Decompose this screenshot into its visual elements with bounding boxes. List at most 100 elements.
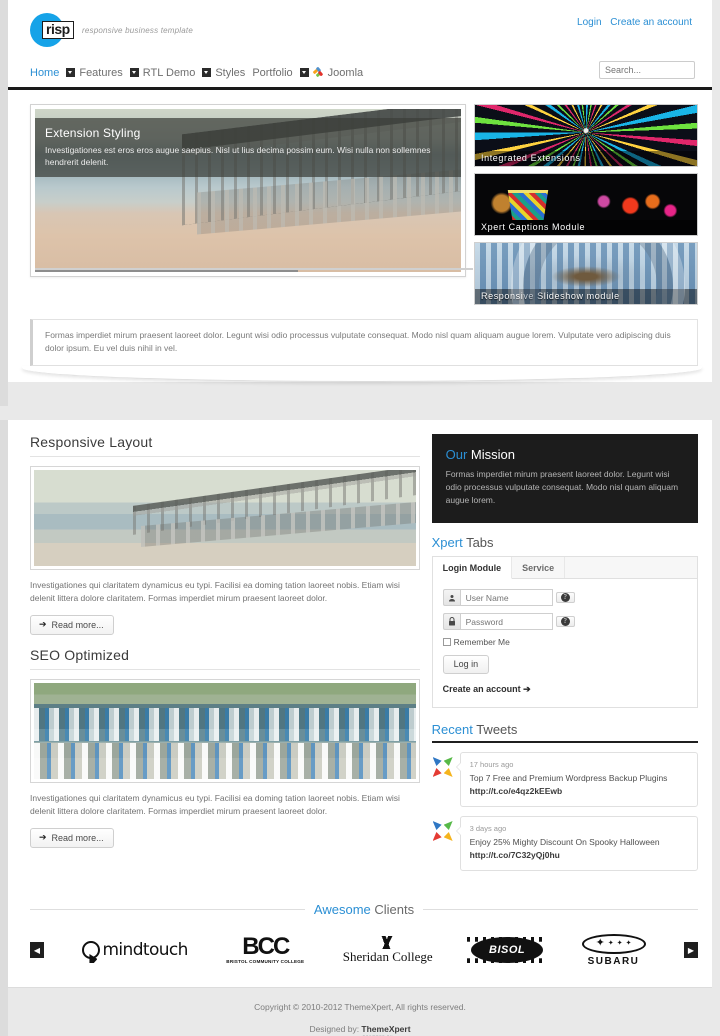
- clients-section: Awesome Clients ◀ mindtouch BCC BRISTOL …: [8, 890, 712, 987]
- joomla-icon: [312, 66, 324, 78]
- clients-title-accent: Awesome: [313, 902, 371, 917]
- content-column-left: Responsive Layout Investigationes qui cl…: [30, 434, 420, 880]
- nav-label-features: Features: [79, 66, 123, 79]
- sidebar-column-right: Our Mission Formas imperdiet mirum praes…: [431, 434, 698, 880]
- slider-image: Extension Styling Investigationes est er…: [35, 109, 461, 272]
- create-account-label: Create an account: [442, 684, 521, 694]
- thumbnail-label: Integrated Extensions: [475, 151, 697, 166]
- search-input[interactable]: [599, 61, 695, 79]
- client-name: Sheridan College: [342, 948, 433, 964]
- carousel-next-button[interactable]: ▶: [683, 942, 698, 958]
- mindtouch-face-icon: [82, 941, 101, 959]
- content-wrapper: Responsive Layout Investigationes qui cl…: [8, 420, 712, 1036]
- client-name: BCC: [242, 933, 290, 960]
- nav-item-features[interactable]: Features: [66, 67, 129, 79]
- nav-item-home[interactable]: Home: [30, 67, 66, 79]
- tweet-bubble: 17 hours ago Top 7 Free and Premium Word…: [455, 752, 698, 807]
- read-more-button[interactable]: ➔ Read more...: [30, 828, 114, 848]
- logo-icon: risp: [30, 13, 74, 47]
- site-wrapper: risp responsive business template Login …: [8, 0, 712, 382]
- nav-label-rtl-demo: RTL Demo: [142, 66, 196, 79]
- tweet-link[interactable]: http://t.co/7C32yQj0hu: [470, 850, 560, 860]
- designed-by-name: ThemeXpert: [361, 1024, 411, 1034]
- clients-title-rest: Clients: [370, 902, 415, 917]
- nav-item-joomla[interactable]: Joomla: [299, 66, 370, 79]
- slider-progress-bar[interactable]: [35, 268, 473, 272]
- nav-label-styles: Styles: [215, 66, 246, 79]
- login-button[interactable]: Log in: [442, 655, 490, 674]
- tweet-bubble: 3 days ago Enjoy 25% Mighty Discount On …: [455, 816, 698, 871]
- client-name: mindtouch: [102, 940, 188, 960]
- recent-tweets-title: Recent Tweets: [431, 722, 698, 743]
- thumbnail-xpert-captions[interactable]: Xpert Captions Module: [474, 173, 698, 236]
- logo-text: risp: [42, 21, 74, 39]
- top-bar: risp responsive business template Login …: [8, 0, 712, 58]
- hero-thumbnail-list: Integrated Extensions Xpert Captions Mod…: [474, 104, 698, 305]
- article-image: [30, 466, 420, 570]
- mission-title: Our Mission: [446, 447, 684, 462]
- logo-tagline: responsive business template: [82, 25, 193, 35]
- remember-me-checkbox[interactable]: [442, 638, 451, 646]
- login-link[interactable]: Login: [577, 17, 601, 28]
- nav-label-joomla: Joomla: [327, 66, 364, 79]
- nav-item-rtl-demo[interactable]: RTL Demo: [129, 66, 203, 79]
- client-logo-subaru[interactable]: ✦ ✦ ✦ ✦ SUBARU: [581, 933, 646, 967]
- clients-title: Awesome Clients: [314, 902, 414, 917]
- read-more-button[interactable]: ➔ Read more...: [30, 615, 114, 635]
- xpert-tabs-title-accent: Xpert: [431, 535, 463, 550]
- client-logo-bisol[interactable]: BISOL: [471, 937, 544, 963]
- client-logo-mindtouch[interactable]: mindtouch: [82, 940, 188, 960]
- password-input[interactable]: [459, 613, 553, 630]
- nav-item-portfolio[interactable]: Portfolio: [252, 67, 299, 79]
- password-row: ?: [442, 613, 687, 630]
- tweet-text: Enjoy 25% Mighty Discount On Spooky Hall…: [469, 837, 660, 847]
- tab-service[interactable]: Service: [512, 557, 566, 578]
- thumbnail-integrated-extensions[interactable]: Integrated Extensions: [474, 104, 698, 167]
- divider-right: [423, 909, 699, 910]
- main-content: Responsive Layout Investigationes qui cl…: [8, 420, 712, 890]
- client-subtitle: BRISTOL COMMUNITY COLLEGE: [226, 959, 305, 964]
- tab-login-module[interactable]: Login Module: [432, 557, 513, 579]
- create-account-link[interactable]: Create an account: [610, 17, 692, 28]
- divider-left: [30, 909, 305, 910]
- tweet-link[interactable]: http://t.co/e4qz2kEEwb: [470, 786, 563, 796]
- tweet-text-wrap: Top 7 Free and Premium Wordpress Backup …: [470, 772, 688, 798]
- page-fold-divider: [22, 366, 702, 382]
- create-account-link-sidebar[interactable]: Create an account ➔: [443, 684, 687, 695]
- nav-item-styles[interactable]: Styles: [202, 67, 252, 79]
- quote-section: Formas imperdiet mirum praesent laoreet …: [8, 315, 712, 366]
- read-more-label: Read more...: [51, 619, 104, 630]
- tweets-title-accent: Recent: [431, 722, 473, 737]
- arrow-right-icon: ➔: [39, 619, 47, 629]
- chevron-down-icon: [202, 68, 212, 77]
- tabs-header: Login Module Service: [432, 557, 697, 579]
- site-logo[interactable]: risp responsive business template: [30, 13, 193, 47]
- client-logo-sheridan[interactable]: Sheridan College: [342, 935, 433, 965]
- username-input[interactable]: [459, 589, 553, 606]
- tweet-text: Top 7 Free and Premium Wordpress Backup …: [469, 773, 668, 783]
- xpert-tabs-module: Login Module Service User Name ? Passwor…: [431, 556, 698, 708]
- tweet-timestamp: 17 hours ago: [469, 760, 514, 769]
- section-gap: [0, 406, 720, 420]
- hero-section: Extension Styling Investigationes est er…: [8, 90, 712, 315]
- mission-module: Our Mission Formas imperdiet mirum praes…: [431, 434, 698, 523]
- password-help-button[interactable]: ?: [555, 616, 575, 627]
- read-more-label: Read more...: [51, 832, 104, 843]
- help-icon: ?: [560, 593, 570, 602]
- client-logo-bcc[interactable]: BCC BRISTOL COMMUNITY COLLEGE: [226, 933, 305, 965]
- nav-label-home: Home: [30, 66, 60, 79]
- article-title: SEO Optimized: [30, 647, 420, 670]
- username-help-button[interactable]: ?: [555, 592, 575, 603]
- thumbnail-responsive-slideshow[interactable]: Responsive Slideshow module: [474, 242, 698, 305]
- carousel-prev-button[interactable]: ◀: [30, 942, 44, 958]
- tabs-body: ?: [433, 579, 697, 707]
- remember-me-row[interactable]: Remember Me: [442, 637, 687, 647]
- tweet-item: 3 days ago Enjoy 25% Mighty Discount On …: [432, 816, 698, 871]
- remember-me-label: Remember Me: [453, 637, 510, 647]
- password-group: [442, 613, 553, 630]
- client-logo-carousel: ◀ mindtouch BCC BRISTOL COMMUNITY COLLEG…: [30, 929, 698, 971]
- main-slider[interactable]: Extension Styling Investigationes est er…: [30, 104, 473, 277]
- chevron-down-icon: [299, 68, 309, 77]
- article-text: Investigationes qui claritatem dynamicus…: [30, 793, 400, 816]
- tweets-title-rest: Tweets: [472, 722, 518, 737]
